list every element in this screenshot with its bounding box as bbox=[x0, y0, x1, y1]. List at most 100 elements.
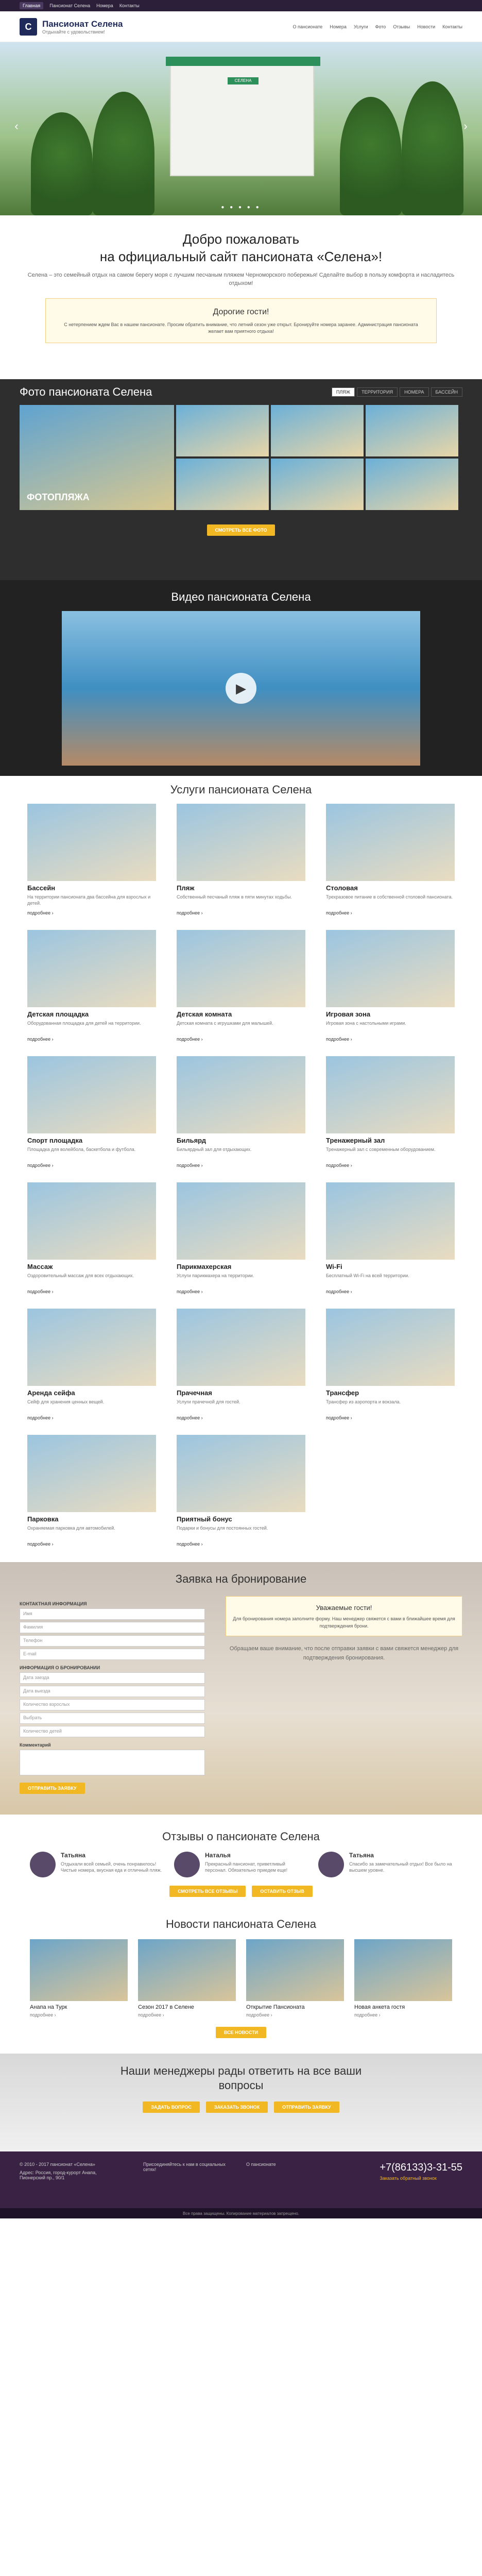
children-field[interactable]: Количество детей bbox=[20, 1725, 205, 1737]
send-request-button[interactable]: ОТПРАВИТЬ ЗАЯВКУ bbox=[274, 2101, 339, 2113]
service-more-link[interactable]: подробнее › bbox=[326, 1163, 455, 1168]
news-title[interactable]: Открытие Пансионата bbox=[246, 2004, 344, 2010]
news-title[interactable]: Сезон 2017 в Селене bbox=[138, 2004, 236, 2010]
name-field[interactable]: Имя bbox=[20, 1608, 205, 1620]
nav-item[interactable]: Услуги bbox=[354, 24, 368, 29]
topbar-chip[interactable]: Главная bbox=[20, 2, 44, 9]
tab-beach[interactable]: ПЛЯЖ bbox=[331, 387, 355, 397]
tab-rooms[interactable]: НОМЕРА bbox=[400, 387, 429, 397]
news-item[interactable]: Сезон 2017 в Селене подробнее › bbox=[138, 1939, 236, 2018]
nav-item[interactable]: Контакты bbox=[442, 24, 462, 29]
news-title[interactable]: Анапа на Турк bbox=[30, 2004, 128, 2010]
news-more[interactable]: подробнее › bbox=[246, 2012, 344, 2018]
logo[interactable]: С bbox=[20, 18, 37, 36]
service-image[interactable] bbox=[326, 929, 455, 1007]
service-more-link[interactable]: подробнее › bbox=[326, 1415, 455, 1420]
service-title[interactable]: Массаж bbox=[27, 1263, 156, 1270]
news-more[interactable]: подробнее › bbox=[354, 2012, 452, 2018]
service-more-link[interactable]: подробнее › bbox=[27, 1163, 156, 1168]
service-more-link[interactable]: подробнее › bbox=[27, 910, 156, 916]
service-title[interactable]: Приятный бонус bbox=[177, 1515, 305, 1523]
gallery-photo[interactable] bbox=[176, 458, 269, 510]
service-title[interactable]: Бильярд bbox=[177, 1137, 305, 1144]
topbar-link[interactable]: Номера bbox=[96, 3, 113, 8]
service-title[interactable]: Спорт площадка bbox=[27, 1137, 156, 1144]
service-more-link[interactable]: подробнее › bbox=[177, 1541, 305, 1547]
topbar-link[interactable]: Контакты bbox=[119, 3, 140, 8]
news-more[interactable]: подробнее › bbox=[30, 2012, 128, 2018]
service-title[interactable]: Трансфер bbox=[326, 1389, 455, 1397]
service-image[interactable] bbox=[27, 1434, 156, 1512]
gallery-photo[interactable] bbox=[366, 458, 458, 510]
add-review-button[interactable]: ОСТАВИТЬ ОТЗЫВ bbox=[252, 1885, 313, 1897]
topbar-link[interactable]: Пансионат Селена bbox=[49, 3, 90, 8]
adults-field[interactable]: Количество взрослых bbox=[20, 1699, 205, 1710]
service-more-link[interactable]: подробнее › bbox=[27, 1289, 156, 1294]
service-image[interactable] bbox=[27, 929, 156, 1007]
service-title[interactable]: Столовая bbox=[326, 884, 455, 892]
gallery-photo[interactable] bbox=[176, 404, 269, 456]
service-image[interactable] bbox=[326, 803, 455, 881]
video-player[interactable]: ▶ bbox=[62, 611, 420, 766]
service-title[interactable]: Парковка bbox=[27, 1515, 156, 1523]
service-more-link[interactable]: подробнее › bbox=[27, 1415, 156, 1420]
slider-prev-icon[interactable]: ‹ bbox=[10, 120, 23, 132]
service-image[interactable] bbox=[177, 1056, 305, 1133]
ask-question-button[interactable]: ЗАДАТЬ ВОПРОС bbox=[143, 2101, 200, 2113]
news-more[interactable]: подробнее › bbox=[138, 2012, 236, 2018]
service-image[interactable] bbox=[326, 1308, 455, 1386]
gallery-photo[interactable] bbox=[271, 404, 364, 456]
gallery-photo[interactable] bbox=[366, 404, 458, 456]
service-title[interactable]: Тренажерный зал bbox=[326, 1137, 455, 1144]
checkout-field[interactable]: Дата выезда bbox=[20, 1685, 205, 1697]
submit-button[interactable]: ОТПРАВИТЬ ЗАЯВКУ bbox=[20, 1782, 85, 1794]
gallery-photo[interactable] bbox=[271, 458, 364, 510]
all-news-button[interactable]: ВСЕ НОВОСТИ bbox=[215, 2026, 267, 2038]
play-icon[interactable]: ▶ bbox=[226, 672, 256, 704]
footer-callback-link[interactable]: Заказать обратный звонок bbox=[380, 2176, 462, 2181]
comment-field[interactable] bbox=[20, 1749, 205, 1775]
tab-pool[interactable]: БАССЕЙН bbox=[431, 387, 462, 397]
service-title[interactable]: Wi-Fi bbox=[326, 1263, 455, 1270]
service-more-link[interactable]: подробнее › bbox=[177, 1163, 305, 1168]
service-title[interactable]: Бассейн bbox=[27, 884, 156, 892]
service-title[interactable]: Игровая зона bbox=[326, 1010, 455, 1018]
slider-dots[interactable]: ● ● ● ● ● bbox=[0, 205, 482, 210]
nav-item[interactable]: Отзывы bbox=[393, 24, 410, 29]
service-more-link[interactable]: подробнее › bbox=[177, 1415, 305, 1420]
service-image[interactable] bbox=[177, 803, 305, 881]
service-more-link[interactable]: подробнее › bbox=[177, 910, 305, 916]
service-title[interactable]: Пляж bbox=[177, 884, 305, 892]
service-title[interactable]: Прачечная bbox=[177, 1389, 305, 1397]
service-image[interactable] bbox=[177, 1308, 305, 1386]
service-image[interactable] bbox=[27, 1056, 156, 1133]
all-photos-button[interactable]: СМОТРЕТЬ ВСЕ ФОТО bbox=[206, 524, 276, 536]
nav-item[interactable]: О пансионате bbox=[293, 24, 323, 29]
service-title[interactable]: Парикмахерская bbox=[177, 1263, 305, 1270]
service-more-link[interactable]: подробнее › bbox=[177, 1289, 305, 1294]
footer-link[interactable]: О пансионате bbox=[246, 2162, 308, 2181]
tab-territory[interactable]: ТЕРРИТОРИЯ bbox=[357, 387, 398, 397]
news-item[interactable]: Новая анкета гостя подробнее › bbox=[354, 1939, 452, 2018]
service-image[interactable] bbox=[326, 1056, 455, 1133]
news-item[interactable]: Открытие Пансионата подробнее › bbox=[246, 1939, 344, 2018]
service-more-link[interactable]: подробнее › bbox=[326, 910, 455, 916]
service-image[interactable] bbox=[27, 803, 156, 881]
service-image[interactable] bbox=[326, 1182, 455, 1260]
checkin-field[interactable]: Дата заезда bbox=[20, 1672, 205, 1684]
gallery-photo[interactable]: ФОТОПЛЯЖА bbox=[20, 404, 174, 510]
service-more-link[interactable]: подробнее › bbox=[326, 1037, 455, 1042]
service-more-link[interactable]: подробнее › bbox=[27, 1037, 156, 1042]
callback-button[interactable]: ЗАКАЗАТЬ ЗВОНОК bbox=[205, 2101, 268, 2113]
service-image[interactable] bbox=[177, 1434, 305, 1512]
all-reviews-button[interactable]: СМОТРЕТЬ ВСЕ ОТЗЫВЫ bbox=[169, 1885, 246, 1897]
service-title[interactable]: Детская площадка bbox=[27, 1010, 156, 1018]
service-image[interactable] bbox=[177, 929, 305, 1007]
service-title[interactable]: Аренда сейфа bbox=[27, 1389, 156, 1397]
service-image[interactable] bbox=[27, 1308, 156, 1386]
service-more-link[interactable]: подробнее › bbox=[177, 1037, 305, 1042]
service-image[interactable] bbox=[177, 1182, 305, 1260]
service-image[interactable] bbox=[27, 1182, 156, 1260]
news-title[interactable]: Новая анкета гостя bbox=[354, 2004, 452, 2010]
surname-field[interactable]: Фамилия bbox=[20, 1621, 205, 1633]
